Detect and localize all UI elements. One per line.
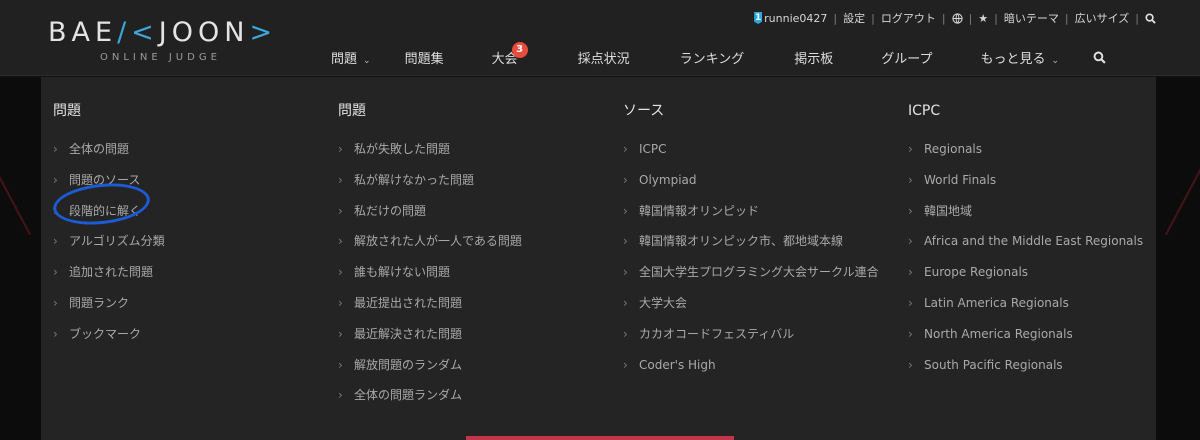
menu-item[interactable]: Coder's High bbox=[623, 356, 883, 374]
chevron-down-icon: ⌄ bbox=[363, 55, 371, 66]
menu-item[interactable]: ブックマーク bbox=[53, 325, 313, 343]
dark-theme-link[interactable]: 暗いテーマ bbox=[1004, 10, 1059, 26]
wide-size-link[interactable]: 広いサイズ bbox=[1075, 10, 1130, 26]
settings-link[interactable]: 設定 bbox=[843, 10, 865, 26]
menu-item[interactable]: 最近解決された問題 bbox=[338, 325, 598, 343]
menu-item[interactable]: アルゴリズム分類 bbox=[53, 232, 313, 250]
menu-list: Regionals World Finals 韓国地域 Africa and t… bbox=[908, 140, 1168, 374]
menu-item[interactable]: Olympiad bbox=[623, 171, 883, 189]
menu-item[interactable]: 韓国地域 bbox=[908, 202, 1168, 220]
menu-list: ICPC Olympiad 韓国情報オリンピッド 韓国情報オリンピック市、都地域… bbox=[623, 140, 883, 374]
chevron-down-icon: ⌄ bbox=[1051, 55, 1060, 66]
divider: | bbox=[833, 11, 838, 25]
divider: | bbox=[994, 11, 998, 25]
menu-item[interactable]: Europe Regionals bbox=[908, 263, 1168, 281]
logo-wordmark: BAE/<JOON> bbox=[48, 17, 278, 48]
menu-item[interactable]: Regionals bbox=[908, 140, 1168, 158]
username-link[interactable]: runnie0427 bbox=[764, 12, 827, 25]
menu-item[interactable]: 全国大学生プログラミング大会サークル連合 bbox=[623, 263, 883, 281]
menu-item[interactable]: 全体の問題 bbox=[53, 140, 313, 158]
menu-item[interactable]: South Pacific Regionals bbox=[908, 356, 1168, 374]
menu-item[interactable]: 韓国情報オリンピック市、都地域本線 bbox=[623, 232, 883, 250]
menu-item[interactable]: World Finals bbox=[908, 171, 1168, 189]
globe-icon[interactable] bbox=[951, 12, 963, 25]
logout-link[interactable]: ログアウト bbox=[881, 10, 936, 26]
dropdown-column-problems: 問題 全体の問題 問題のソース 段階的に解く アルゴリズム分類 追加された問題 … bbox=[53, 101, 313, 356]
contest-count-badge: 3 bbox=[511, 41, 528, 58]
menu-item[interactable]: 問題ランク bbox=[53, 294, 313, 312]
site-header: BAE/<JOON> ONLINE JUDGE 1 runnie0427 | 設… bbox=[0, 0, 1200, 76]
divider: | bbox=[871, 11, 875, 25]
menu-item[interactable]: 最近提出された問題 bbox=[338, 294, 598, 312]
page-background-left bbox=[0, 77, 41, 440]
menu-item[interactable]: 解放された人が一人である問題 bbox=[338, 232, 598, 250]
site-logo[interactable]: BAE/<JOON> ONLINE JUDGE bbox=[48, 14, 293, 66]
menu-item[interactable]: 私が解けなかった問題 bbox=[338, 171, 598, 189]
nav-problems[interactable]: 問題 ⌄ bbox=[331, 48, 371, 67]
menu-item[interactable]: 追加された問題 bbox=[53, 263, 313, 281]
nav-contest[interactable]: 大会 3 bbox=[492, 41, 528, 67]
menu-item[interactable]: 私だけの問題 bbox=[338, 202, 598, 220]
column-heading: ソース bbox=[623, 103, 665, 119]
divider: | bbox=[1064, 11, 1069, 25]
divider: | bbox=[941, 11, 946, 25]
menu-item[interactable]: 解放問題のランダム bbox=[338, 356, 598, 374]
dropdown-column-my-problems: 問題 私が失敗した問題 私が解けなかった問題 私だけの問題 解放された人が一人で… bbox=[338, 101, 598, 417]
divider: | bbox=[1135, 11, 1139, 25]
divider: | bbox=[968, 11, 973, 25]
nav-status[interactable]: 採点状況 bbox=[578, 48, 630, 67]
accent-bar bbox=[466, 436, 734, 440]
search-icon[interactable] bbox=[1145, 12, 1156, 25]
nav-board[interactable]: 掲示板 bbox=[794, 48, 833, 67]
star-icon[interactable]: ★ bbox=[978, 12, 988, 25]
menu-item[interactable]: ICPC bbox=[623, 140, 883, 158]
menu-list: 全体の問題 問題のソース 段階的に解く アルゴリズム分類 追加された問題 問題ラ… bbox=[53, 140, 313, 343]
menu-item[interactable]: 韓国情報オリンピッド bbox=[623, 202, 883, 220]
menu-item[interactable]: 全体の問題ランダム bbox=[338, 386, 598, 404]
nav-search-icon[interactable] bbox=[1093, 50, 1106, 65]
dropdown-column-icpc: ICPC Regionals World Finals 韓国地域 Africa … bbox=[908, 101, 1168, 386]
column-heading: 問題 bbox=[53, 103, 81, 119]
nav-group[interactable]: グループ bbox=[881, 48, 932, 67]
problems-dropdown-menu: 問題 全体の問題 問題のソース 段階的に解く アルゴリズム分類 追加された問題 … bbox=[41, 77, 1156, 440]
nav-more[interactable]: もっと見る ⌄ bbox=[980, 48, 1059, 67]
main-nav: 問題 ⌄ 問題集 大会 3 採点状況 ランキング 掲示板 グループ もっと見る ⌄ bbox=[317, 41, 1106, 70]
menu-item[interactable]: 誰も解けない問題 bbox=[338, 263, 598, 281]
column-heading: ICPC bbox=[908, 103, 941, 119]
nav-ranking[interactable]: ランキング bbox=[680, 48, 745, 67]
menu-item[interactable]: 問題のソース bbox=[53, 171, 313, 189]
menu-item[interactable]: Latin America Regionals bbox=[908, 294, 1168, 312]
logo-subtitle: ONLINE JUDGE bbox=[100, 52, 221, 63]
menu-list: 私が失敗した問題 私が解けなかった問題 私だけの問題 解放された人が一人である問… bbox=[338, 140, 598, 404]
menu-item[interactable]: カカオコードフェスティバル bbox=[623, 325, 883, 343]
user-topbar: 1 runnie0427 | 設定 | ログアウト | | ★ | 暗いテーマ … bbox=[754, 10, 1156, 26]
menu-item[interactable]: 段階的に解く bbox=[53, 202, 313, 220]
nav-workbook[interactable]: 問題集 bbox=[405, 48, 444, 67]
menu-item[interactable]: 大学大会 bbox=[623, 294, 883, 312]
menu-item[interactable]: 私が失敗した問題 bbox=[338, 140, 598, 158]
dropdown-column-sources: ソース ICPC Olympiad 韓国情報オリンピッド 韓国情報オリンピック市… bbox=[623, 101, 883, 386]
menu-item[interactable]: North America Regionals bbox=[908, 325, 1168, 343]
column-heading: 問題 bbox=[338, 103, 366, 119]
menu-item[interactable]: Africa and the Middle East Regionals bbox=[908, 232, 1168, 250]
tier-badge-icon: 1 bbox=[754, 12, 763, 24]
